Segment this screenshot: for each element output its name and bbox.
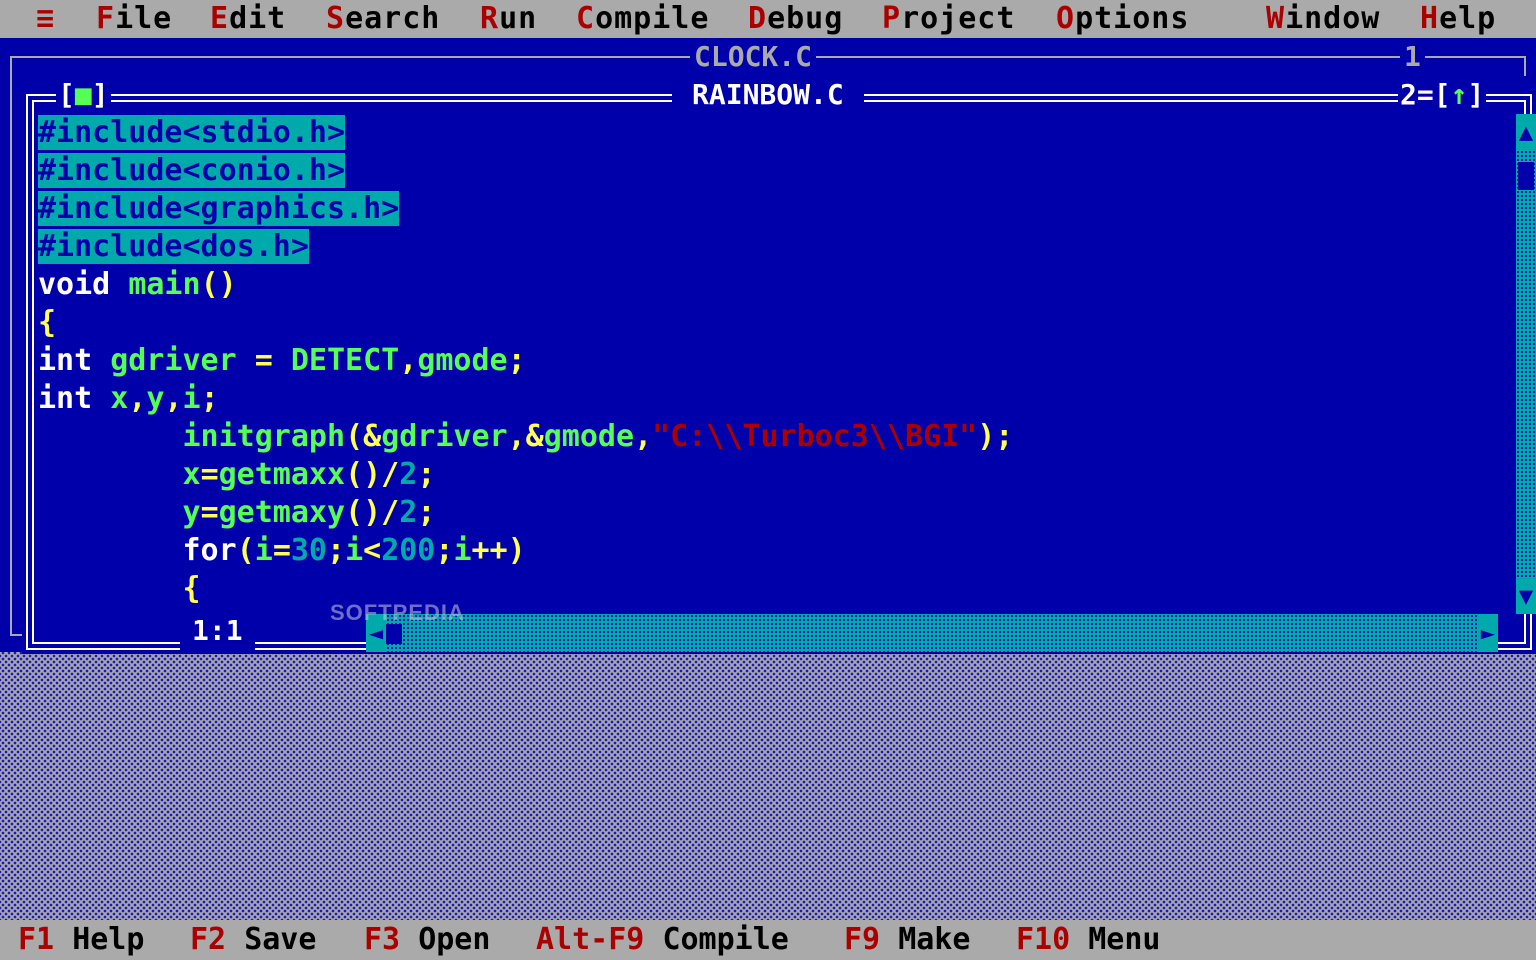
scroll-down-arrow-icon[interactable]: ▼	[1516, 578, 1536, 614]
zoom-button[interactable]: 2=[↑]	[1398, 76, 1487, 114]
horizontal-scrollbar[interactable]: ◄ ►	[366, 614, 1498, 652]
hint-help[interactable]: F1 Help	[18, 920, 144, 960]
code-line: for(i=30;i<200;i++)	[182, 533, 526, 568]
menu-help[interactable]: Help	[1420, 0, 1496, 38]
code-line: #include<stdio.h>	[38, 115, 346, 150]
menu-debug[interactable]: Debug	[748, 0, 843, 38]
scroll-up-arrow-icon[interactable]: ▲	[1516, 114, 1536, 150]
menu-bar: ≡ File Edit Search Run Compile Debug Pro…	[0, 0, 1536, 38]
code-line: initgraph(&gdriver,&gmode,"C:\\Turboc3\\…	[182, 419, 1014, 454]
status-bar: F1 Help F2 Save F3 Open Alt-F9 Compile F…	[0, 920, 1536, 960]
system-menu-icon[interactable]: ≡	[36, 0, 55, 38]
hint-compile[interactable]: Alt-F9 Compile	[536, 920, 789, 960]
horizontal-scroll-thumb[interactable]	[386, 624, 402, 644]
cursor-position: 1:1	[180, 612, 255, 650]
menu-search[interactable]: Search	[326, 0, 440, 38]
code-line: #include<conio.h>	[38, 153, 346, 188]
window-clock-number: 1	[1400, 40, 1425, 74]
vertical-scrollbar[interactable]: ▲ ▼	[1516, 114, 1536, 614]
menu-compile[interactable]: Compile	[576, 0, 709, 38]
close-button[interactable]: [■]	[56, 76, 111, 114]
code-line: {	[38, 305, 57, 340]
code-line: {	[182, 571, 201, 606]
menu-file[interactable]: File	[96, 0, 172, 38]
code-line: #include<graphics.h>	[38, 191, 400, 226]
window-rainbow-number: 2	[1400, 78, 1417, 111]
menu-window[interactable]: Window	[1266, 0, 1380, 38]
menu-options[interactable]: Options	[1056, 0, 1189, 38]
window-rainbow-title: RAINBOW.C	[672, 76, 864, 114]
hint-menu[interactable]: F10 Menu	[1016, 920, 1161, 960]
code-editor[interactable]: #include<stdio.h> #include<conio.h> #inc…	[38, 114, 1514, 612]
zoom-arrow-icon: ↑	[1450, 78, 1468, 111]
code-line: void main()	[38, 267, 237, 302]
window-clock-title[interactable]: CLOCK.C	[690, 40, 817, 74]
code-line: y=getmaxy()/2;	[182, 495, 436, 530]
code-line: int x,y,i;	[38, 381, 219, 416]
code-line: x=getmaxx()/2;	[182, 457, 436, 492]
scroll-right-arrow-icon[interactable]: ►	[1478, 614, 1498, 652]
menu-project[interactable]: Project	[882, 0, 1015, 38]
code-line: int gdriver = DETECT,gmode;	[38, 343, 526, 378]
hint-save[interactable]: F2 Save	[190, 920, 316, 960]
menu-run[interactable]: Run	[480, 0, 537, 38]
code-line: #include<dos.h>	[38, 229, 309, 264]
hint-make[interactable]: F9 Make	[844, 920, 970, 960]
watermark: SOFTPEDIA	[330, 600, 465, 625]
hint-open[interactable]: F3 Open	[364, 920, 490, 960]
close-icon: ■	[74, 78, 92, 111]
vertical-scroll-thumb[interactable]	[1518, 162, 1534, 190]
menu-edit[interactable]: Edit	[210, 0, 286, 38]
